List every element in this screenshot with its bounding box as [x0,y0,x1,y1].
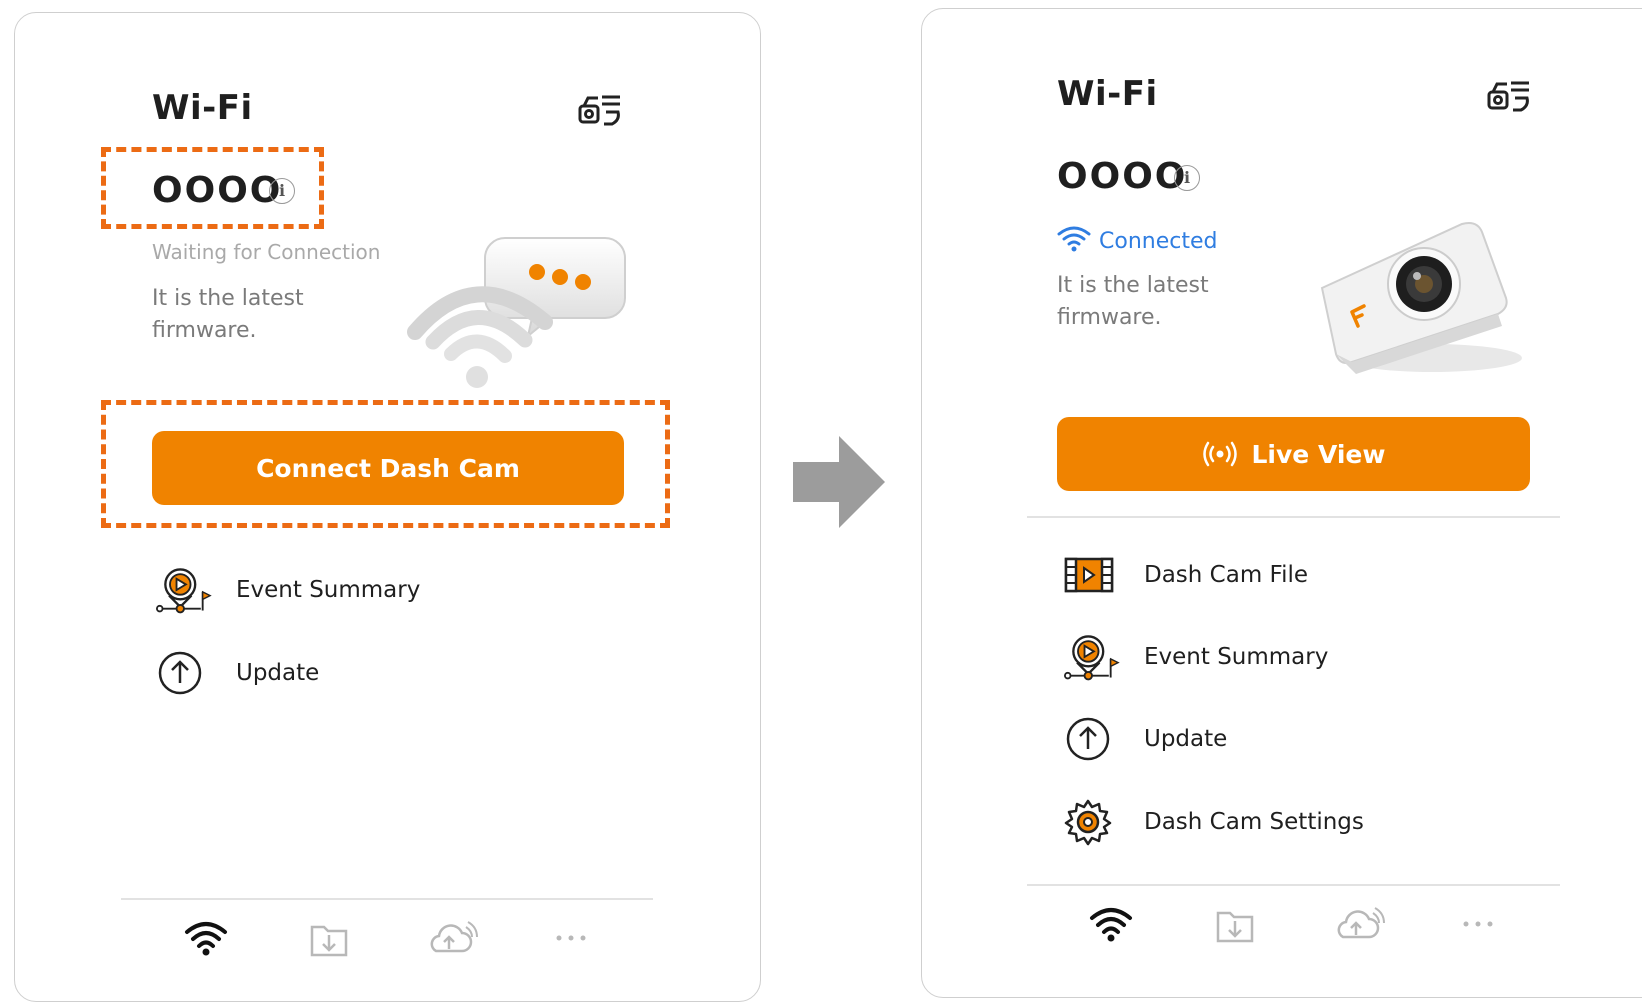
wifi-chat-illustration [405,232,635,396]
more-icon [551,928,591,952]
firmware-note: It is the latest firmware. [1057,273,1209,330]
menu-item-label: Update [236,660,320,686]
dashcam-list-icon[interactable] [578,92,622,134]
tab-downloads[interactable] [304,920,354,964]
device-code: OOOO [152,170,283,211]
menu-item-dash-cam-settings[interactable]: Dash Cam Settings [1064,797,1364,847]
menu-item-update[interactable]: Update [1064,714,1227,764]
info-icon[interactable]: i [269,178,295,204]
firmware-note: It is the latest firmware. [152,286,304,343]
update-icon [156,648,212,698]
cloud-upload-icon [426,919,480,961]
tab-wifi[interactable] [1086,904,1136,948]
tab-cloud[interactable] [1335,904,1385,948]
arrow-right-icon [793,436,887,532]
menu-item-dash-cam-file[interactable]: Dash Cam File [1064,550,1308,600]
event-summary-icon [156,565,212,615]
section-divider [1027,516,1560,518]
download-folder-icon [1215,907,1255,949]
cloud-upload-icon [1333,905,1387,947]
tab-more[interactable] [546,918,596,962]
update-icon [1064,714,1120,764]
menu-item-label: Dash Cam File [1144,562,1309,588]
wifi-icon [1089,905,1133,947]
info-icon[interactable]: i [1174,165,1200,191]
tab-cloud[interactable] [428,918,478,962]
more-icon [1458,914,1498,938]
menu-item-update[interactable]: Update [156,648,319,698]
gear-icon [1064,797,1120,847]
film-icon [1064,550,1120,600]
device-code: OOOO [1057,156,1188,197]
dashcam-list-icon[interactable] [1487,78,1531,120]
wifi-icon [184,919,228,961]
tabbar-divider [121,898,653,900]
live-view-button[interactable]: Live View [1057,417,1530,491]
menu-item-event-summary[interactable]: Event Summary [156,565,420,615]
live-view-label: Live View [1251,439,1386,469]
live-broadcast-icon [1202,441,1238,467]
connection-status: Waiting for Connection [152,240,381,264]
menu-item-label: Dash Cam Settings [1144,809,1364,835]
tabbar-divider [1027,884,1560,886]
tab-wifi[interactable] [181,918,231,962]
tab-more[interactable] [1453,904,1503,948]
page-title: Wi-Fi [152,88,253,128]
download-folder-icon [309,921,349,963]
connection-status-label: Connected [1099,228,1218,254]
wifi-connected-icon [1057,224,1091,258]
tab-downloads[interactable] [1210,906,1260,950]
menu-item-label: Event Summary [236,577,421,603]
page-title: Wi-Fi [1057,74,1158,114]
menu-item-label: Update [1144,726,1228,752]
connect-dash-cam-button[interactable]: Connect Dash Cam [152,431,624,505]
dash-cam-illustration [1312,218,1532,382]
event-summary-icon [1064,632,1120,682]
connection-status: Connected [1057,224,1217,258]
menu-item-event-summary[interactable]: Event Summary [1064,632,1328,682]
wifi-panel-after [921,8,1642,998]
menu-item-label: Event Summary [1144,644,1329,670]
